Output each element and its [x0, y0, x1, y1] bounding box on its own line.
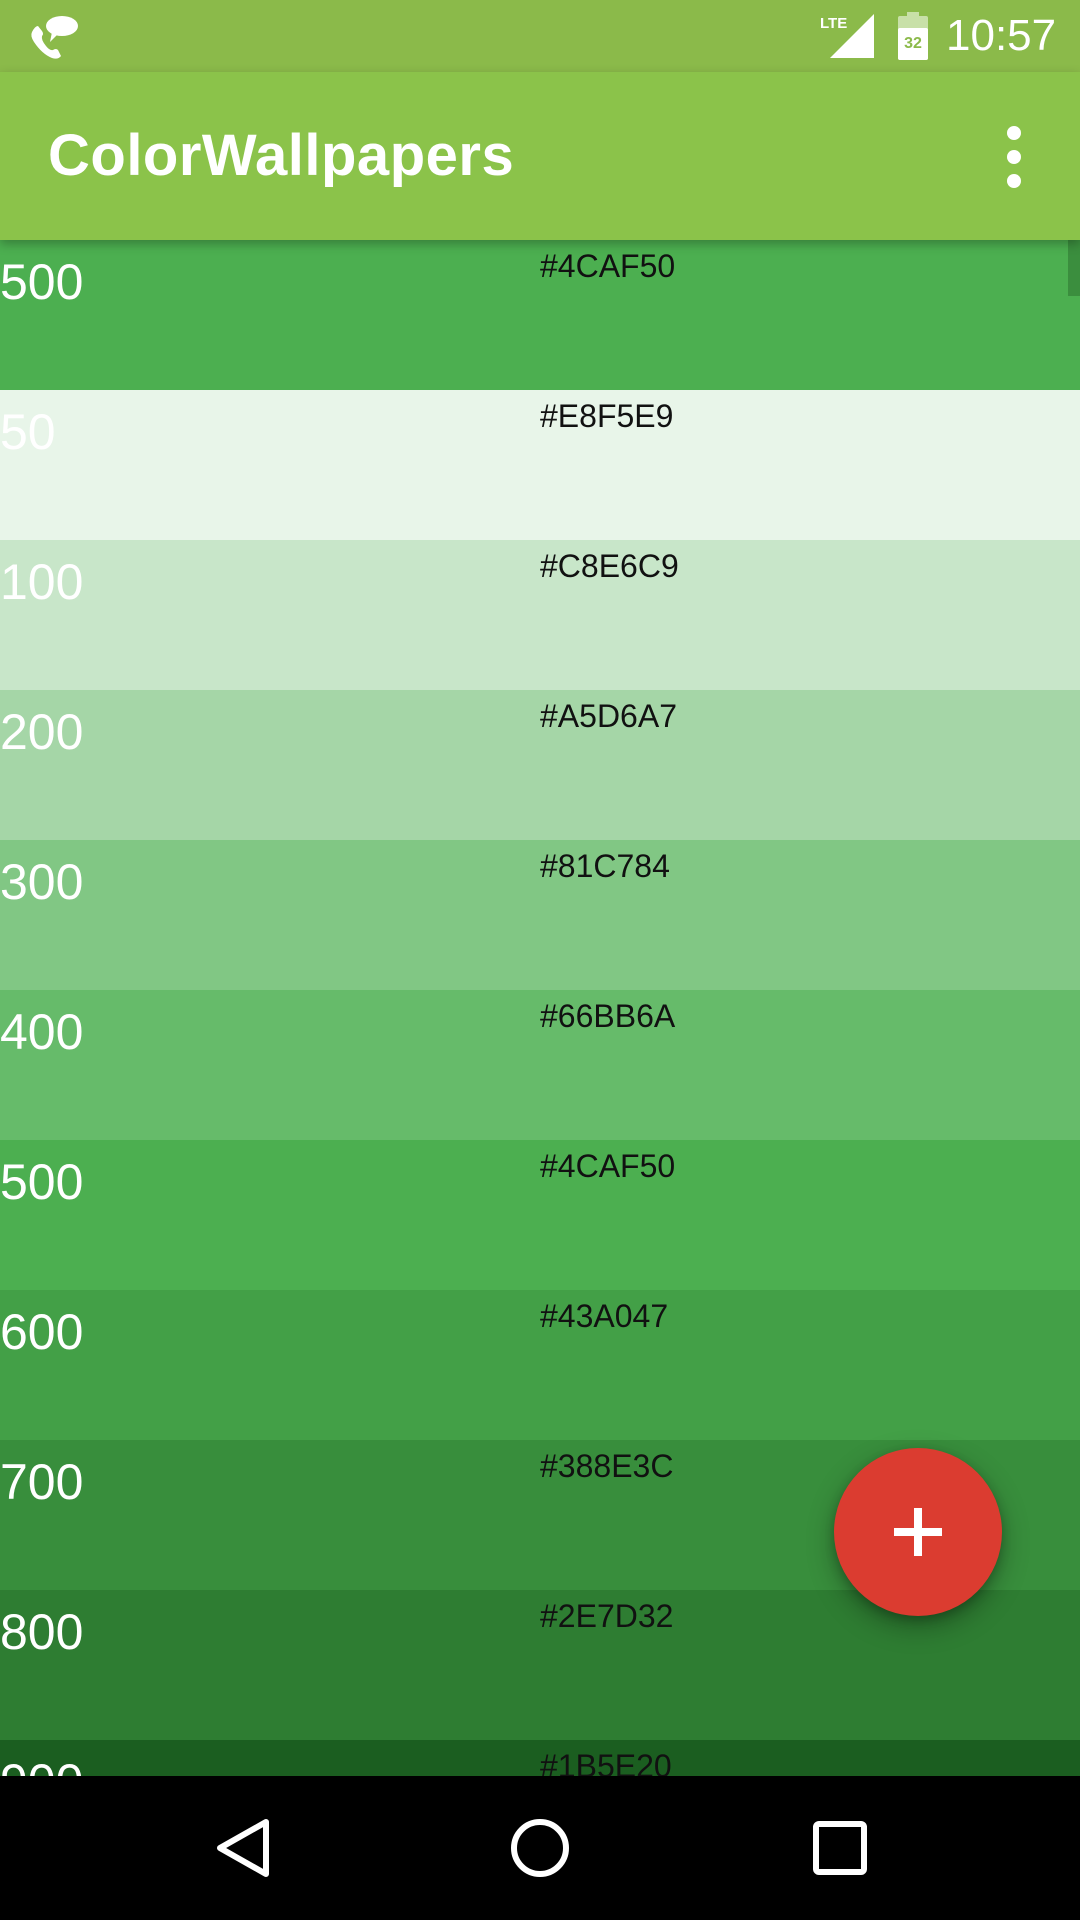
add-fab-button[interactable]: [834, 1448, 1002, 1616]
battery-level: 32: [904, 35, 922, 52]
hex-label: #A5D6A7: [540, 698, 677, 734]
hex-label: #E8F5E9: [540, 398, 674, 434]
hex-label: #C8E6C9: [540, 548, 679, 584]
color-row[interactable]: 200 #A5D6A7: [0, 690, 1080, 840]
shade-label: 900: [0, 1752, 83, 1776]
color-row[interactable]: 400 #66BB6A: [0, 990, 1080, 1140]
color-row[interactable]: 100 #C8E6C9: [0, 540, 1080, 690]
back-triangle-icon[interactable]: [206, 1812, 278, 1884]
shade-label: 800: [0, 1604, 84, 1660]
color-row[interactable]: 600 #43A047: [0, 1290, 1080, 1440]
network-label: LTE: [820, 15, 847, 32]
hex-label: #388E3C: [540, 1448, 674, 1484]
color-row[interactable]: 50 #E8F5E9: [0, 390, 1080, 540]
lte-signal-icon: LTE: [818, 14, 874, 58]
hex-label: #66BB6A: [540, 998, 676, 1034]
color-row[interactable]: 900 #1B5E20: [0, 1740, 1080, 1776]
hex-label: #2E7D32: [540, 1598, 674, 1634]
status-bar: LTE 32 10:57: [0, 0, 1080, 72]
shade-label: 500: [0, 1154, 84, 1210]
app-bar: ColorWallpapers: [0, 72, 1080, 240]
app-title: ColorWallpapers: [48, 123, 515, 188]
shade-label: 700: [0, 1454, 84, 1510]
color-row[interactable]: 500 #4CAF50: [0, 240, 1080, 390]
phone-chat-notification-icon: [28, 14, 80, 60]
scrollbar-thumb[interactable]: [1068, 240, 1080, 296]
screen: LTE 32 10:57 ColorWallpapers 500 #4CAF50 5…: [0, 0, 1080, 1920]
status-time: 10:57: [946, 11, 1057, 60]
shade-label: 600: [0, 1304, 84, 1360]
shade-label: 50: [0, 404, 56, 460]
shade-label: 400: [0, 1004, 84, 1060]
hex-label: #1B5E20: [540, 1748, 672, 1776]
shade-label: 500: [0, 254, 84, 310]
hex-label: #4CAF50: [540, 248, 676, 284]
hex-label: #43A047: [540, 1298, 669, 1334]
color-row[interactable]: 500 #4CAF50: [0, 1140, 1080, 1290]
hex-label: #81C784: [540, 848, 670, 884]
battery-icon: 32: [898, 12, 928, 60]
plus-icon: [894, 1508, 942, 1556]
shade-label: 300: [0, 854, 84, 910]
more-vert-icon[interactable]: [988, 122, 1040, 192]
color-row[interactable]: 300 #81C784: [0, 840, 1080, 990]
shade-label: 100: [0, 554, 84, 610]
recents-square-icon[interactable]: [804, 1812, 876, 1884]
home-circle-icon[interactable]: [504, 1812, 576, 1884]
navigation-bar: [0, 1776, 1080, 1920]
hex-label: #4CAF50: [540, 1148, 676, 1184]
shade-label: 200: [0, 704, 84, 760]
